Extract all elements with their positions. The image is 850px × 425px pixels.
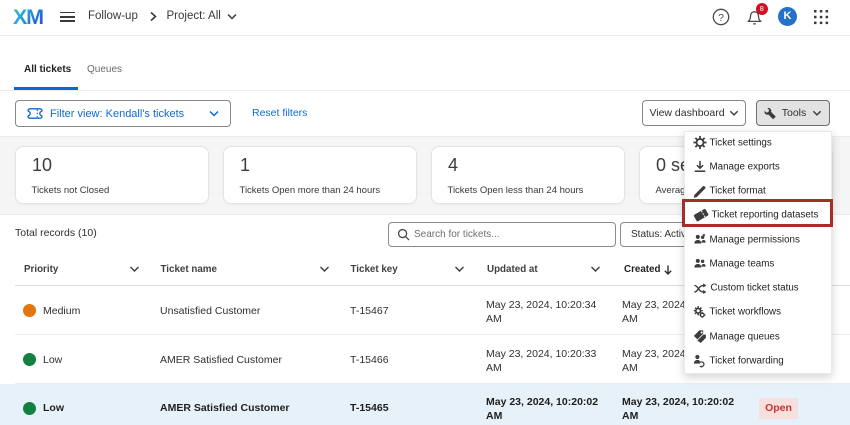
svg-text:?: ? <box>718 12 724 24</box>
